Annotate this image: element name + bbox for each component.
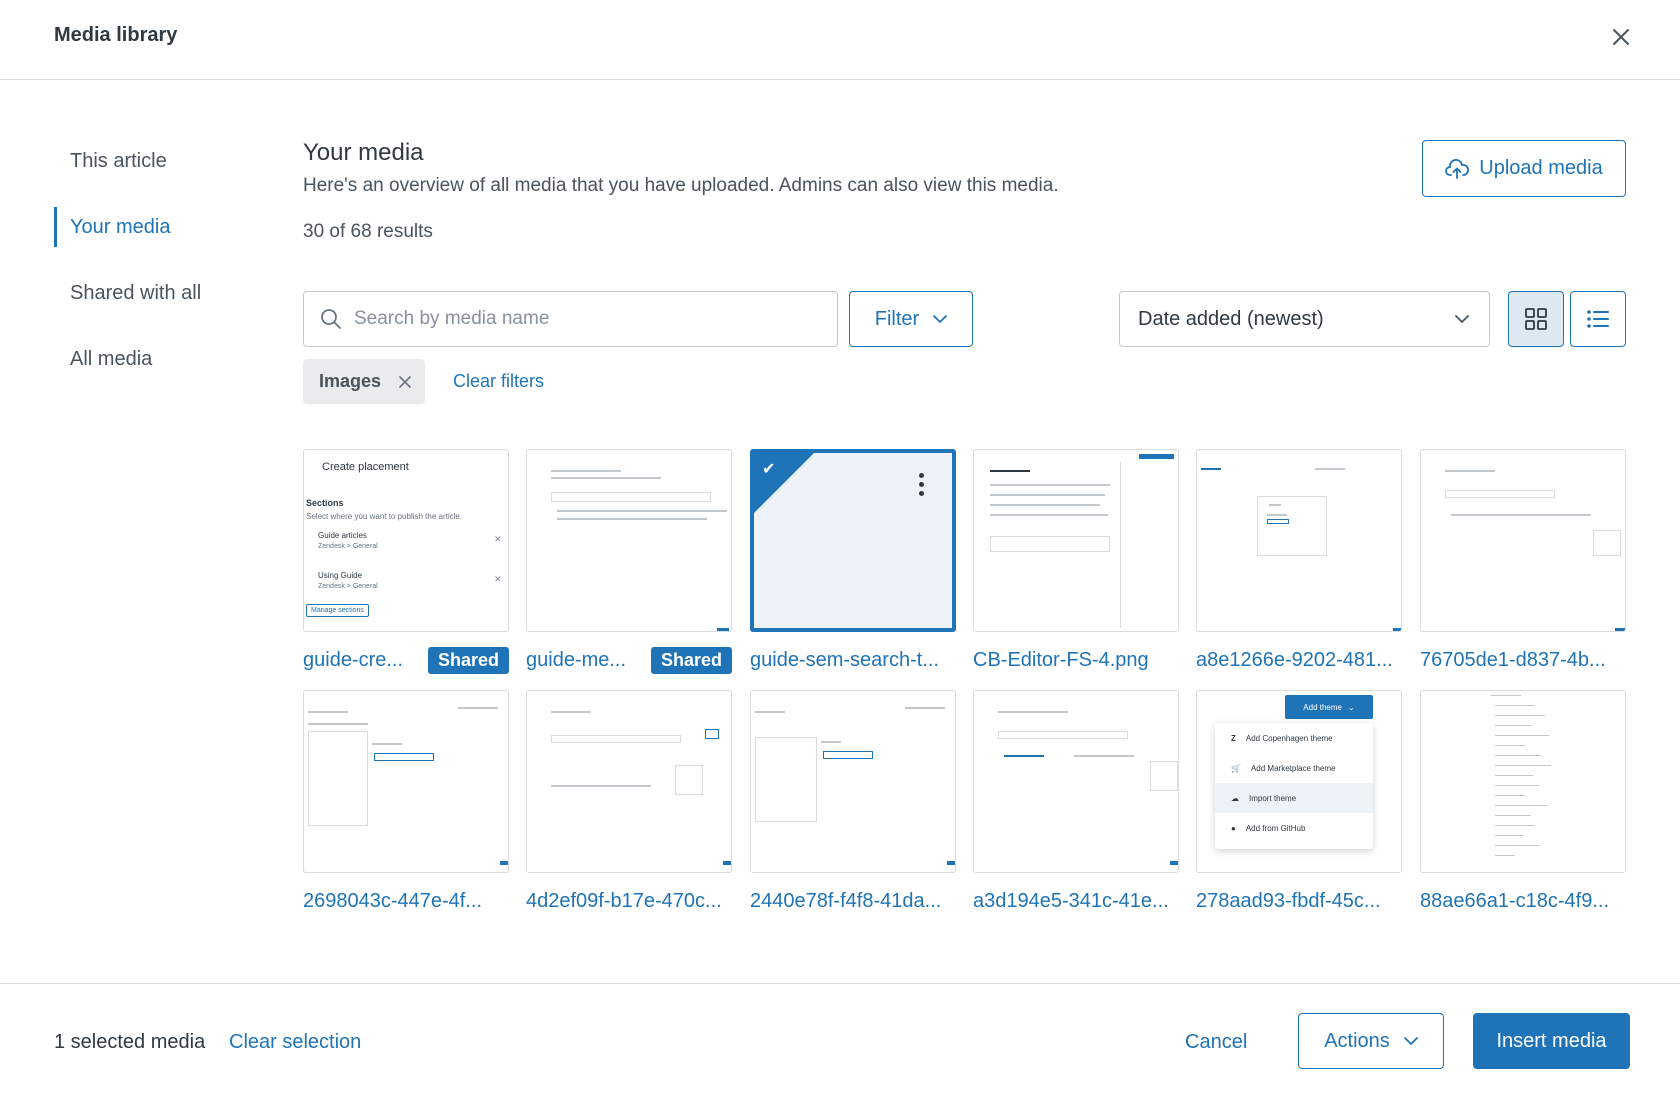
media-thumbnail[interactable]	[973, 449, 1179, 632]
chevron-down-icon	[1455, 314, 1469, 323]
modal-title: Media library	[54, 24, 178, 46]
media-card: a3d194e5-341c-41e...	[973, 690, 1179, 920]
shared-badge: Shared	[427, 646, 509, 674]
thumb-item: Using Guide	[318, 571, 363, 580]
upload-media-button[interactable]: Upload media	[1422, 140, 1626, 197]
sidebar-item-label: Shared with all	[70, 281, 202, 304]
close-icon	[399, 375, 411, 388]
clear-filters-link[interactable]: Clear filters	[453, 371, 544, 392]
grid-view-icon	[1525, 308, 1547, 330]
media-file-name[interactable]: 88ae66a1-c18c-4f9...	[1420, 890, 1609, 913]
media-thumbnail[interactable]	[1420, 690, 1626, 873]
sort-select[interactable]: Date added (newest)	[1119, 291, 1490, 347]
thumb-button: Manage sections	[306, 604, 369, 617]
search-icon	[321, 309, 341, 329]
media-thumbnail[interactable]	[1196, 449, 1402, 632]
media-card: Create placement Sections Select where y…	[303, 449, 509, 679]
list-view-icon	[1587, 310, 1609, 328]
media-file-name[interactable]: 2440e78f-f4f8-41da...	[750, 890, 941, 913]
filter-tag-images: Images	[303, 359, 425, 404]
media-card: 2440e78f-f4f8-41da...	[750, 690, 956, 920]
sort-value: Date added (newest)	[1138, 307, 1324, 330]
media-thumbnail[interactable]	[750, 690, 956, 873]
thumb-breadcrumb: Zendesk > General	[318, 583, 378, 590]
section-description: Here's an overview of all media that you…	[303, 175, 1059, 196]
thumb-title: Create placement	[322, 461, 409, 473]
media-file-name[interactable]: CB-Editor-FS-4.png	[973, 649, 1149, 672]
sidebar-item-label: All media	[70, 347, 153, 370]
media-card: 76705de1-d837-4b...	[1420, 449, 1626, 679]
thumb-breadcrumb: Zendesk > General	[318, 543, 378, 550]
clear-selection-link[interactable]: Clear selection	[229, 1031, 361, 1054]
media-thumbnail[interactable]	[973, 690, 1179, 873]
close-icon	[1613, 29, 1629, 45]
chevron-down-icon	[1403, 1036, 1418, 1045]
remove-filter-button[interactable]	[399, 375, 411, 388]
check-icon: ✔	[762, 461, 776, 478]
filter-tag-label: Images	[319, 371, 382, 391]
media-file-name[interactable]: guide-me...	[526, 649, 626, 672]
thumb-close-icon: ✕	[494, 574, 502, 584]
media-card: Add theme ⌄ Z Add Copenhagen theme 🛒 Add Ma…	[1196, 690, 1402, 920]
grid-view-toggle[interactable]	[1508, 291, 1564, 347]
sidebar-nav: This article Your media Shared with all …	[54, 128, 274, 392]
sidebar-item-all-media[interactable]: All media	[54, 326, 274, 392]
media-file-name[interactable]: a8e1266e-9202-481...	[1196, 649, 1393, 672]
upload-cloud-icon	[1445, 158, 1470, 179]
media-thumbnail[interactable]: ✔	[750, 449, 956, 632]
media-card-selected: ✔ guide-sem-search-t...	[750, 449, 956, 679]
sidebar-item-this-article[interactable]: This article	[54, 128, 274, 194]
thumb-heading: Sections	[306, 498, 344, 508]
insert-media-button[interactable]: Insert media	[1473, 1013, 1630, 1069]
sidebar-item-your-media[interactable]: Your media	[54, 194, 274, 260]
media-card: CB-Editor-FS-4.png	[973, 449, 1179, 679]
results-count: 30 of 68 results	[303, 221, 433, 242]
sidebar-item-shared-with-all[interactable]: Shared with all	[54, 260, 274, 326]
media-thumbnail[interactable]	[1420, 449, 1626, 632]
more-vertical-icon[interactable]	[919, 473, 924, 496]
media-thumbnail[interactable]	[526, 449, 732, 632]
section-title: Your media	[303, 139, 424, 166]
search-input[interactable]	[354, 308, 814, 330]
search-field	[303, 291, 838, 347]
thumb-hint: Select where you want to publish the art…	[306, 512, 463, 521]
media-file-name[interactable]: 2698043c-447e-4f...	[303, 890, 482, 913]
thumb-add-theme-button: Add theme ⌄	[1285, 695, 1373, 719]
media-file-name[interactable]: 76705de1-d837-4b...	[1420, 649, 1606, 672]
media-card: 88ae66a1-c18c-4f9...	[1420, 690, 1626, 920]
actions-label: Actions	[1324, 1029, 1390, 1052]
media-card: 2698043c-447e-4f...	[303, 690, 509, 920]
media-card: a8e1266e-9202-481...	[1196, 449, 1402, 679]
chevron-down-icon	[933, 314, 948, 323]
actions-button[interactable]: Actions	[1298, 1013, 1444, 1069]
filter-label: Filter	[874, 307, 920, 330]
sidebar-item-label: Your media	[70, 215, 171, 238]
media-thumbnail[interactable]	[303, 690, 509, 873]
selected-count: 1 selected media	[54, 1031, 206, 1053]
filter-button[interactable]: Filter	[849, 291, 973, 347]
sidebar-item-label: This article	[70, 149, 167, 172]
media-thumbnail[interactable]	[526, 690, 732, 873]
media-thumbnail[interactable]: Create placement Sections Select where y…	[303, 449, 509, 632]
cancel-button[interactable]: Cancel	[1185, 1031, 1247, 1054]
media-card: guide-me... Shared	[526, 449, 732, 679]
thumb-item: Guide articles	[318, 531, 367, 540]
media-thumbnail[interactable]: Add theme ⌄ Z Add Copenhagen theme 🛒 Add Ma…	[1196, 690, 1402, 873]
modal-header: Media library	[0, 0, 1680, 80]
media-file-name[interactable]: a3d194e5-341c-41e...	[973, 890, 1169, 913]
list-view-toggle[interactable]	[1570, 291, 1626, 347]
media-file-name[interactable]: 4d2ef09f-b17e-470c...	[526, 890, 722, 913]
media-file-name[interactable]: 278aad93-fbdf-45c...	[1196, 890, 1381, 913]
media-card: 4d2ef09f-b17e-470c...	[526, 690, 732, 920]
media-file-name[interactable]: guide-sem-search-t...	[750, 649, 939, 672]
thumb-dropdown-menu: Z Add Copenhagen theme 🛒 Add Marketplace t…	[1215, 723, 1373, 849]
media-file-name[interactable]: guide-cre...	[303, 649, 403, 672]
upload-media-label: Upload media	[1479, 157, 1603, 179]
close-button[interactable]	[1604, 20, 1638, 54]
thumb-close-icon: ✕	[494, 534, 502, 544]
shared-badge: Shared	[650, 646, 732, 674]
